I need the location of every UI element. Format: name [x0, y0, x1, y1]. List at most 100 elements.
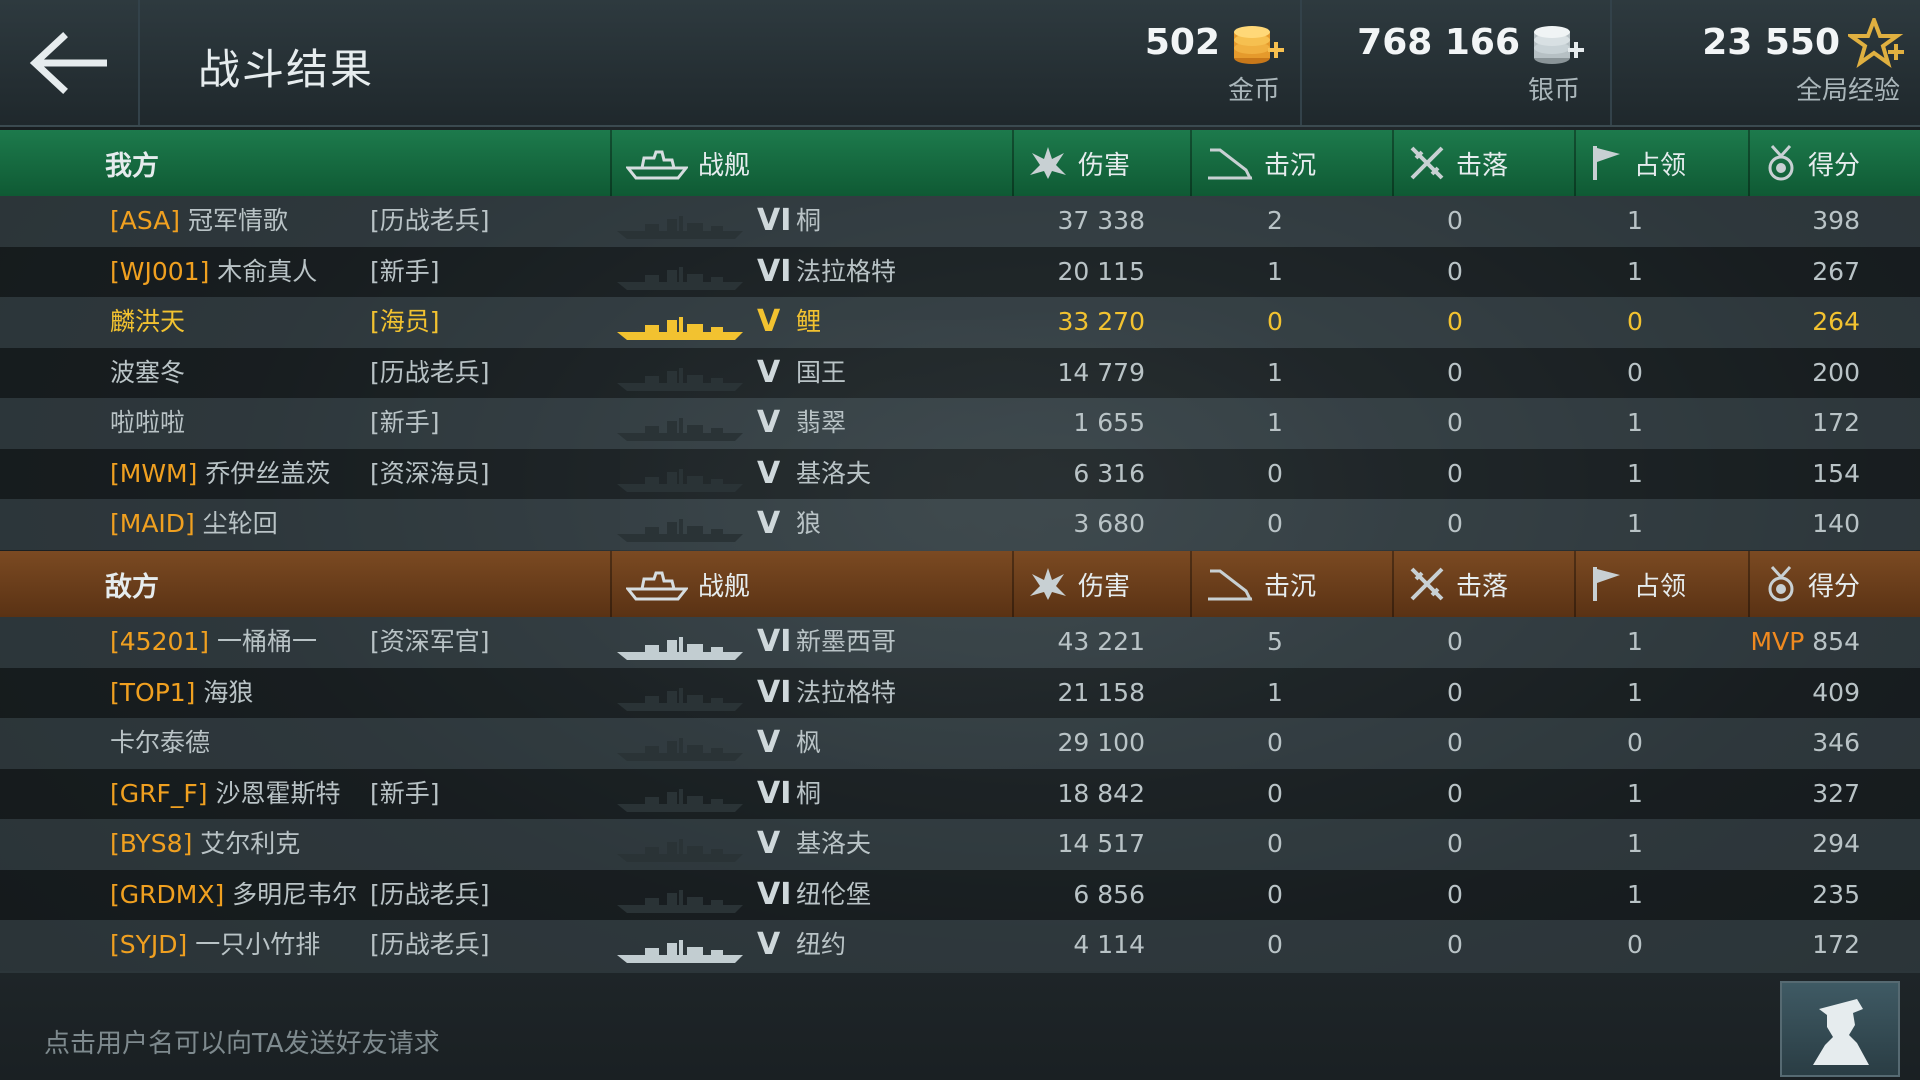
score-value: 235 — [1700, 870, 1860, 920]
score-value: 398 — [1700, 196, 1860, 246]
capture-value: 1 — [1627, 509, 1643, 538]
score-value: 172 — [1700, 920, 1860, 970]
sunk-value: 0 — [1267, 307, 1283, 336]
damage-value: 6 316 — [1073, 458, 1145, 488]
footer: 点击用户名可以向TA发送好友请求 — [0, 971, 1920, 1080]
experience-currency[interactable]: 23 550 全局经验 — [1610, 0, 1920, 125]
col-score: 得分 — [1748, 551, 1920, 617]
player-nickname: 一只小竹排 — [195, 930, 321, 959]
crossed-planes-icon — [1410, 146, 1444, 180]
table-row[interactable]: 卡尔泰德 V 枫 29 100 0 0 0 346 — [0, 718, 1920, 769]
score-number: 346 — [1812, 728, 1860, 757]
ship-tier: V — [757, 506, 781, 541]
capture-value: 1 — [1627, 206, 1643, 235]
player-nickname: 卡尔泰德 — [110, 728, 211, 757]
table-row[interactable]: [45201] 一桶桶一 [资深军官] VI 新墨西哥 43 221 5 0 1 MVP 854 — [0, 617, 1920, 668]
player-name[interactable]: [WJ001] 木俞真人 — [110, 247, 317, 297]
ship-silhouette-icon — [615, 259, 745, 290]
ship-icon — [626, 571, 688, 601]
ship-silhouette-icon — [615, 461, 745, 492]
player-name[interactable]: [SYJD] 一只小竹排 — [110, 920, 320, 970]
table-row[interactable]: [ASA] 冠军情歌 [历战老兵] VI 桐 37 338 2 0 1 398 — [0, 196, 1920, 247]
player-name[interactable]: [GRDMX] 多明尼韦尔 — [110, 870, 357, 920]
silver-currency[interactable]: 768 166 银币 — [1300, 0, 1600, 125]
player-rank: [新手] — [370, 256, 440, 286]
ship-name: 基洛夫 — [796, 458, 872, 488]
score-number: 409 — [1812, 677, 1860, 707]
player-name[interactable]: [BYS8] 艾尔利克 — [110, 819, 300, 869]
player-name[interactable]: [ASA] 冠军情歌 — [110, 196, 288, 246]
ship-tier: V — [757, 405, 781, 440]
score-number: 398 — [1812, 206, 1860, 235]
table-row[interactable]: [MAID] 尘轮回 V 狼 3 680 0 0 1 140 — [0, 499, 1920, 550]
ship-tier: V — [757, 354, 781, 390]
ship-silhouette-icon — [615, 208, 745, 239]
table-row[interactable]: 麟洪天 [海员] V 鲤 33 270 0 0 0 264 — [0, 297, 1920, 348]
col-ship: 战舰 — [610, 130, 1012, 196]
table-row[interactable]: [TOP1] 海狼 VI 法拉格特 21 158 1 0 1 409 — [0, 667, 1920, 718]
player-nickname: 沙恩霍斯特 — [215, 778, 341, 808]
score-value: 346 — [1700, 718, 1860, 768]
table-row[interactable]: 啦啦啦 [新手] V 翡翠 1 655 1 0 1 172 — [0, 398, 1920, 449]
clan-tag: [MAID] — [110, 509, 195, 538]
player-name[interactable]: [GRF_F] 沙恩霍斯特 — [110, 769, 340, 819]
table-row[interactable]: [WJ001] 木俞真人 [新手] VI 法拉格特 20 115 1 0 1 267 — [0, 246, 1920, 297]
captain-button[interactable] — [1780, 981, 1900, 1077]
downed-value: 0 — [1447, 256, 1463, 286]
clan-tag: [TOP1] — [110, 677, 196, 707]
score-number: 235 — [1812, 879, 1860, 909]
player-name[interactable]: [MAID] 尘轮回 — [110, 499, 278, 549]
player-name[interactable]: [MWM] 乔伊丝盖茨 — [110, 449, 330, 499]
player-rank: [历战老兵] — [370, 206, 490, 235]
table-row[interactable]: [BYS8] 艾尔利克 V 基洛夫 14 517 0 0 1 294 — [0, 819, 1920, 870]
player-name[interactable]: 波塞冬 — [110, 348, 185, 398]
table-row[interactable]: 波塞冬 [历战老兵] V 国王 14 779 1 0 0 200 — [0, 347, 1920, 398]
downed-value: 0 — [1447, 408, 1463, 437]
capture-value: 1 — [1627, 778, 1643, 808]
ship-name: 国王 — [796, 357, 847, 387]
downed-value: 0 — [1447, 728, 1463, 757]
capture-value: 1 — [1627, 458, 1643, 488]
col-downed: 击落 — [1392, 551, 1574, 617]
ship-name: 法拉格特 — [796, 677, 897, 707]
score-number: 854 — [1812, 627, 1860, 656]
sinking-ship-icon — [1208, 148, 1253, 180]
table-row[interactable]: [SYJD] 一只小竹排 [历战老兵] V 纽约 4 114 0 0 0 172 — [0, 920, 1920, 971]
capture-value: 0 — [1627, 357, 1643, 387]
player-nickname: 波塞冬 — [110, 357, 186, 387]
gold-currency[interactable]: 502 金币 — [1000, 0, 1300, 125]
score-value: 200 — [1700, 348, 1860, 398]
medal-icon — [1768, 565, 1794, 602]
ship-name: 枫 — [796, 728, 822, 757]
enemy-team-label: 敌方 — [105, 571, 159, 603]
table-row[interactable]: [GRDMX] 多明尼韦尔 [历战老兵] VI 纽伦堡 6 856 0 0 1 235 — [0, 869, 1920, 920]
score-number: 172 — [1812, 930, 1860, 959]
gold-amount: 502 — [1144, 22, 1220, 63]
capture-value: 1 — [1627, 829, 1643, 858]
downed-value: 0 — [1447, 357, 1463, 387]
sunk-value: 0 — [1267, 829, 1283, 858]
sinking-ship-icon — [1208, 569, 1253, 601]
damage-value: 20 115 — [1057, 256, 1145, 286]
player-name[interactable]: [TOP1] 海狼 — [110, 668, 253, 718]
sunk-value: 2 — [1267, 206, 1283, 235]
player-name[interactable]: 啦啦啦 — [110, 398, 185, 448]
back-button[interactable] — [0, 0, 140, 125]
ship-silhouette-icon — [615, 831, 745, 862]
score-number: 140 — [1812, 509, 1860, 538]
ship-name: 基洛夫 — [796, 829, 872, 858]
score-number: 264 — [1812, 307, 1860, 336]
ship-silhouette-icon — [615, 410, 745, 441]
sunk-value: 0 — [1267, 879, 1283, 909]
player-nickname: 啦啦啦 — [110, 408, 186, 437]
player-name[interactable]: 麟洪天 — [110, 297, 185, 347]
ship-tier: VI — [757, 674, 792, 710]
ship-icon — [626, 150, 688, 180]
table-row[interactable]: [MWM] 乔伊丝盖茨 [资深海员] V 基洛夫 6 316 0 0 1 154 — [0, 448, 1920, 499]
score-number: 200 — [1812, 357, 1860, 387]
score-value: 409 — [1700, 668, 1860, 718]
player-name[interactable]: 卡尔泰德 — [110, 718, 210, 768]
silver-amount: 768 166 — [1357, 22, 1520, 63]
player-name[interactable]: [45201] 一桶桶一 — [110, 617, 317, 667]
table-row[interactable]: [GRF_F] 沙恩霍斯特 [新手] VI 桐 18 842 0 0 1 327 — [0, 768, 1920, 819]
